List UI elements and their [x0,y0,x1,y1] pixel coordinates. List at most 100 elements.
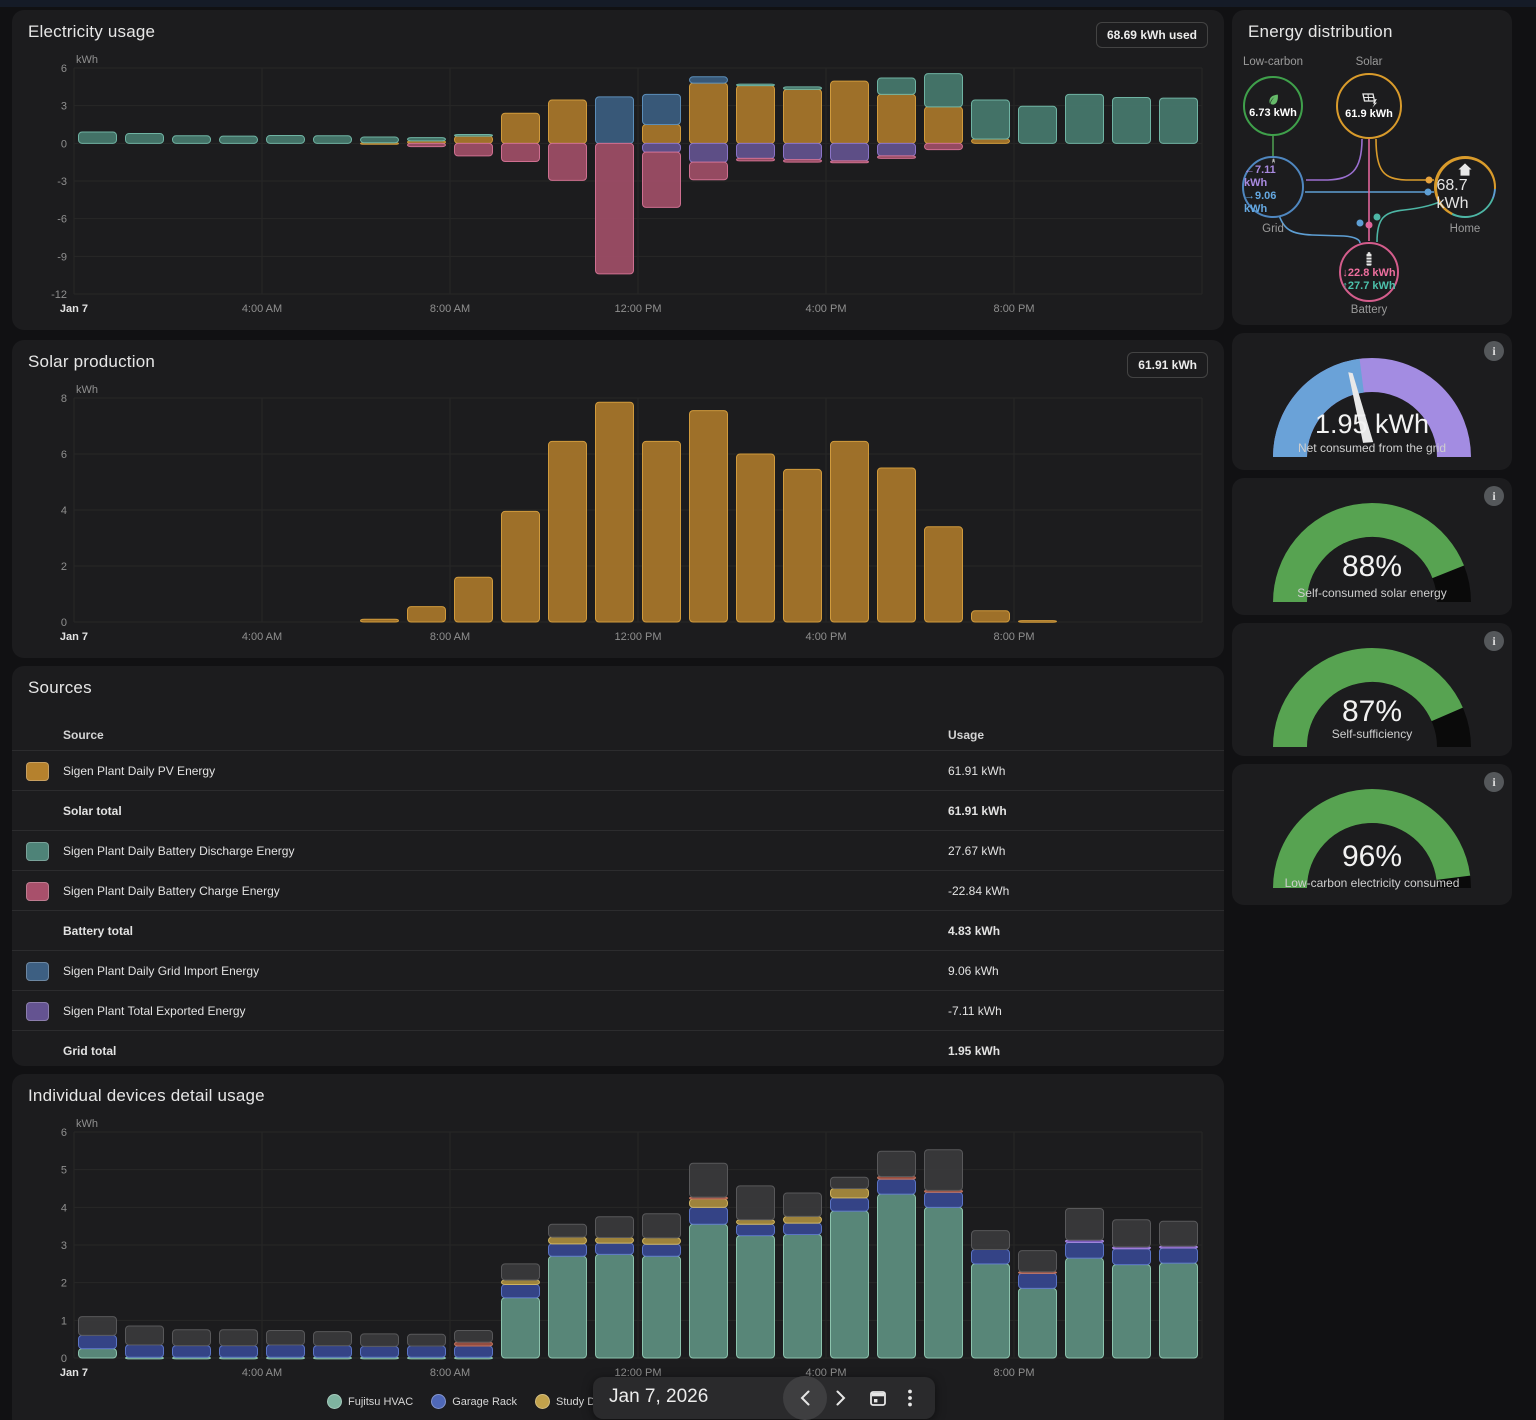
bar-segment[interactable] [784,1234,822,1358]
bar-segment[interactable] [831,143,869,161]
bar-segment[interactable] [1113,1249,1151,1265]
bar-segment[interactable] [1019,1288,1057,1358]
bar-segment[interactable] [1066,1208,1104,1240]
bar-segment[interactable] [925,143,963,149]
bar-segment[interactable] [1113,1220,1151,1247]
bar-segment[interactable] [878,78,916,94]
bar-segment[interactable] [643,1256,681,1358]
bar-segment[interactable] [502,113,540,143]
bar-segment[interactable] [549,100,587,143]
bar-segment[interactable] [408,143,446,146]
bar-segment[interactable] [690,1199,728,1207]
bar-segment[interactable] [643,1244,681,1256]
bar-segment[interactable] [455,1331,493,1343]
bar-segment[interactable] [220,136,258,143]
bar-segment[interactable] [220,1330,258,1346]
bar-segment[interactable] [1160,1263,1198,1358]
bar-segment[interactable] [596,97,634,143]
bar-segment[interactable] [784,87,822,90]
bar-segment[interactable] [1019,106,1057,143]
calendar-button[interactable] [861,1377,895,1419]
next-day-button[interactable] [824,1377,858,1419]
bar-segment[interactable] [784,1223,822,1234]
bar-segment[interactable] [784,89,822,143]
bar-segment[interactable] [1160,1221,1198,1246]
bar-segment[interactable] [455,143,493,156]
bar-segment[interactable] [502,1285,540,1298]
bar-segment[interactable] [972,1250,1010,1264]
bar-segment[interactable] [1019,1273,1057,1288]
bar-segment[interactable] [79,1349,117,1358]
bar-segment[interactable] [596,402,634,622]
bar-segment[interactable] [1160,1248,1198,1263]
bar-segment[interactable] [643,143,681,152]
bar-segment[interactable] [267,136,305,144]
bar-segment[interactable] [549,1224,587,1237]
bar-segment[interactable] [737,454,775,622]
bar-segment[interactable] [737,86,775,144]
bar-segment[interactable] [220,1346,258,1358]
info-icon[interactable]: i [1484,341,1504,361]
bar-segment[interactable] [549,143,587,180]
bar-segment[interactable] [1113,1265,1151,1358]
bar-segment[interactable] [831,1198,869,1211]
bar-segment[interactable] [643,1238,681,1244]
bar-segment[interactable] [549,1244,587,1256]
bar-segment[interactable] [502,511,540,622]
bar-segment[interactable] [1019,621,1057,623]
bar-segment[interactable] [972,1231,1010,1250]
bar-segment[interactable] [925,527,963,622]
bar-segment[interactable] [690,1224,728,1358]
bar-segment[interactable] [502,1280,540,1285]
info-icon[interactable]: i [1484,631,1504,651]
bar-segment[interactable] [737,1224,775,1235]
bar-segment[interactable] [408,607,446,622]
legend-item[interactable]: Fujitsu HVAC [327,1394,413,1409]
bar-segment[interactable] [549,441,587,622]
bar-segment[interactable] [173,136,211,144]
bar-segment[interactable] [878,94,916,143]
bar-segment[interactable] [267,1345,305,1357]
electricity-usage-chart[interactable]: 630-3-6-9-12Jan 74:00 AM8:00 AM12:00 PM4… [24,52,1212,320]
bar-segment[interactable] [549,1256,587,1358]
bar-segment[interactable] [831,441,869,622]
bar-segment[interactable] [361,619,399,622]
bar-segment[interactable] [79,1317,117,1336]
bar-segment[interactable] [737,1220,775,1225]
bar-segment[interactable] [831,81,869,143]
info-icon[interactable]: i [1484,772,1504,792]
bar-segment[interactable] [596,1243,634,1254]
bar-segment[interactable] [408,1334,446,1346]
bar-segment[interactable] [1066,1242,1104,1258]
bar-segment[interactable] [737,1236,775,1358]
bar-segment[interactable] [1160,98,1198,143]
bar-segment[interactable] [784,160,822,163]
bar-segment[interactable] [972,1264,1010,1358]
bar-segment[interactable] [267,1331,305,1345]
bar-segment[interactable] [596,143,634,274]
solar-production-chart[interactable]: 86420Jan 74:00 AM8:00 AM12:00 PM4:00 PM8… [24,382,1212,648]
bar-segment[interactable] [643,441,681,622]
bar-segment[interactable] [690,162,728,180]
bar-segment[interactable] [455,135,493,137]
bar-segment[interactable] [925,107,963,143]
bar-segment[interactable] [126,1326,164,1345]
previous-day-button[interactable] [788,1377,822,1419]
bar-segment[interactable] [690,83,728,143]
bar-segment[interactable] [1113,98,1151,144]
bar-segment[interactable] [925,1207,963,1358]
bar-segment[interactable] [831,1177,869,1188]
bar-segment[interactable] [1066,1258,1104,1358]
bar-segment[interactable] [878,1179,916,1194]
bar-segment[interactable] [972,139,1010,143]
bar-segment[interactable] [878,1194,916,1358]
bar-segment[interactable] [455,577,493,622]
bar-segment[interactable] [314,1346,352,1358]
bar-segment[interactable] [925,74,963,107]
bar-segment[interactable] [79,132,117,143]
bar-segment[interactable] [126,1345,164,1357]
bar-segment[interactable] [784,1216,822,1223]
bar-segment[interactable] [455,136,493,144]
bar-segment[interactable] [690,411,728,622]
bar-segment[interactable] [925,1192,963,1207]
